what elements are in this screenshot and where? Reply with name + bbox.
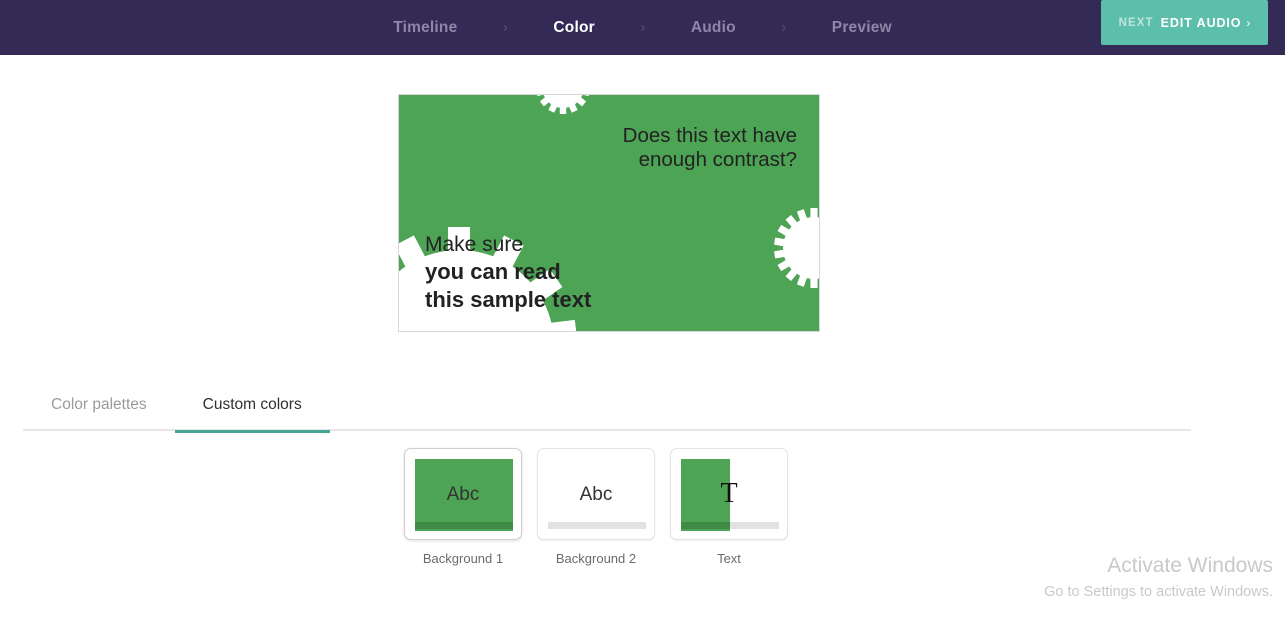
swatch-glyph-label: Abc [446, 483, 480, 505]
swatch-button-text[interactable]: T [670, 448, 788, 540]
preview-artboard: Does this text have enough contrast? Mak… [399, 95, 819, 331]
chevron-right-icon: › [1246, 15, 1251, 30]
next-button-label: EDIT AUDIO [1160, 15, 1242, 30]
step-separator-chevron-icon: › [502, 19, 508, 36]
color-mode-tab-bar: Color palettes Custom colors [23, 384, 1191, 433]
color-preview-stage[interactable]: Does this text have enough contrast? Mak… [398, 94, 820, 332]
wizard-step-audio[interactable]: Audio [685, 19, 742, 37]
step-separator-chevron-icon: › [640, 19, 646, 36]
swatch-underbar [681, 522, 779, 529]
tab-color-palettes[interactable]: Color palettes [23, 384, 175, 431]
swatch-cell-background-1: Abc Background 1 [404, 448, 522, 566]
swatch-button-background-2[interactable]: Abc [537, 448, 655, 540]
swatch-button-background-1[interactable]: Abc [404, 448, 522, 540]
swatch-cell-background-2: Abc Background 2 [537, 448, 655, 566]
swatch-underbar [415, 522, 513, 529]
preview-heading-line1: Does this text have [623, 124, 797, 147]
windows-activation-watermark: Activate Windows Go to Settings to activ… [1044, 553, 1273, 602]
swatch-glyph-label: Abc [579, 483, 613, 505]
color-preview-frame: Does this text have enough contrast? Mak… [398, 94, 820, 332]
preview-heading-line2: enough contrast? [639, 148, 797, 171]
step-separator-chevron-icon: › [781, 19, 787, 36]
tab-custom-colors[interactable]: Custom colors [174, 384, 330, 433]
wizard-step-timeline[interactable]: Timeline [387, 19, 463, 37]
swatch-cell-text: T Text [670, 448, 788, 566]
preview-body-line1: Make sure [425, 233, 523, 256]
swatch-glyph-label: T [720, 478, 738, 509]
next-edit-audio-button[interactable]: NEXT EDIT AUDIO › [1101, 0, 1268, 45]
watermark-subtitle: Go to Settings to activate Windows. [1044, 583, 1273, 600]
swatch-underbar [548, 522, 646, 529]
wizard-step-nav: Timeline › Color › Audio › Preview [0, 0, 1285, 55]
wizard-step-preview[interactable]: Preview [826, 19, 898, 37]
wizard-step-color[interactable]: Color [547, 19, 600, 37]
preview-body-line2: you can read [425, 259, 561, 284]
app-header: Timeline › Color › Audio › Preview NEXT … [0, 0, 1285, 55]
swatch-label-background-1: Background 1 [422, 551, 504, 566]
watermark-title: Activate Windows [1107, 554, 1273, 578]
custom-color-swatch-row: Abc Background 1 Abc Background 2 T Text [404, 448, 788, 566]
swatch-label-background-2: Background 2 [555, 551, 637, 566]
swatch-label-text: Text [717, 551, 741, 566]
preview-body-line3: this sample text [425, 287, 592, 312]
next-button-prefix-label: NEXT [1118, 16, 1154, 29]
